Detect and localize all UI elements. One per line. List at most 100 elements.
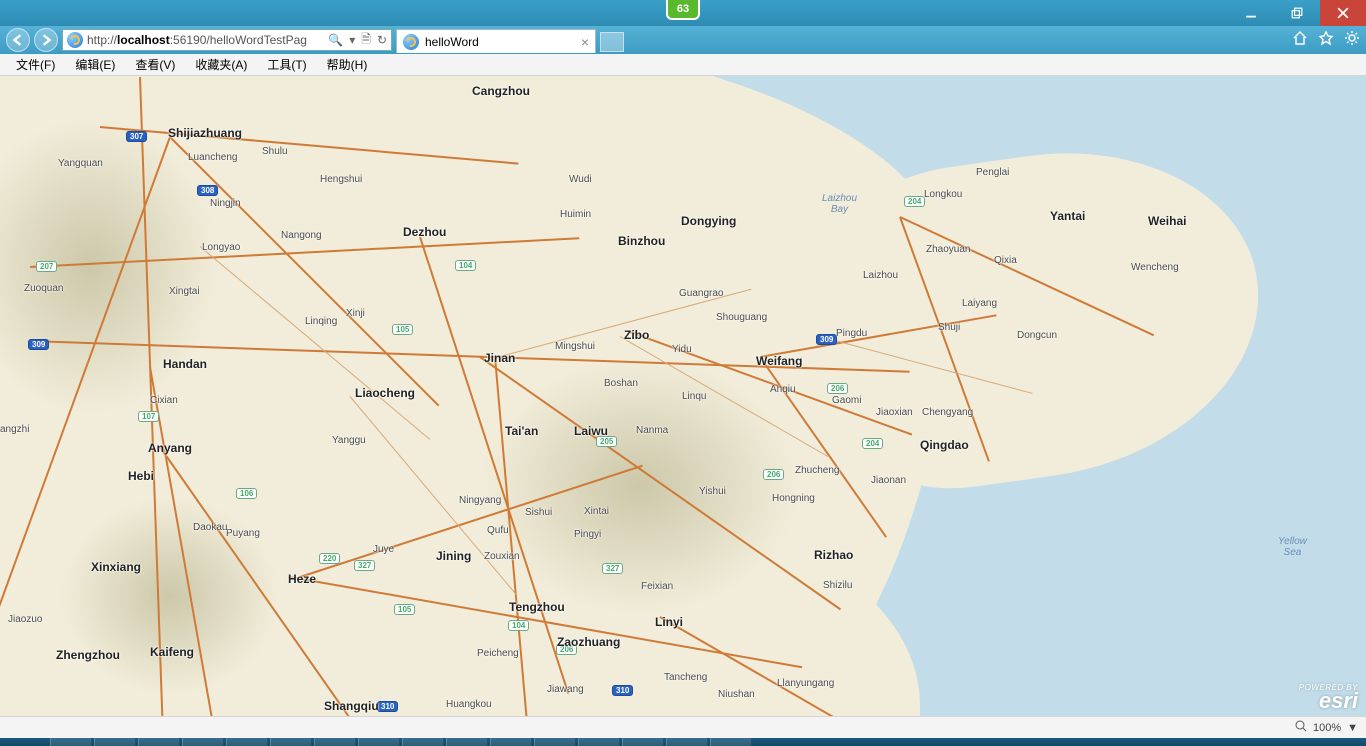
city-label: Guangrao [679,288,723,299]
city-label: Luancheng [188,152,238,163]
city-label: Kaifeng [150,645,194,659]
route-shield: 310 [612,685,633,696]
city-label: Gaomi [832,395,861,406]
status-badge: 63 [666,0,700,20]
esri-logo: esri [1299,692,1358,710]
city-label: Laiwu [574,424,608,438]
city-label: Qixia [994,255,1017,266]
tab-title: helloWord [425,35,479,49]
new-tab-button[interactable] [600,32,624,52]
city-label: Linqu [682,391,706,402]
taskbar-item[interactable] [446,738,488,746]
city-label: Tengzhou [509,600,565,614]
address-icons: 🔍 ▾ 🗎 ↻ [328,30,387,51]
menu-edit[interactable]: 编辑(E) [65,54,125,75]
city-label: Laiyang [962,298,997,309]
city-label: Pingyi [574,529,601,540]
route-shield: 220 [319,553,340,564]
city-label: Daokau [193,522,227,533]
city-label: Shouguang [716,312,767,323]
route-shield: 308 [197,185,218,196]
city-label: Ningyang [459,495,501,506]
back-button[interactable] [6,28,30,52]
taskbar-item[interactable] [138,738,180,746]
taskbar-item[interactable] [710,738,752,746]
menu-view[interactable]: 查看(V) [125,54,185,75]
city-label: Xingtai [169,286,200,297]
city-label: Zaozhuang [557,635,620,649]
taskbar-item[interactable] [402,738,444,746]
minimize-button[interactable] [1228,0,1274,26]
status-badge-value: 63 [666,0,700,20]
city-label: Shangqiu [324,699,379,713]
map-viewport[interactable]: POWERED BY esri Laizhou BayYellow Sea307… [0,76,1366,716]
taskbar-item[interactable] [490,738,532,746]
home-icon[interactable] [1292,30,1308,51]
menu-favorites[interactable]: 收藏夹(A) [185,54,257,75]
city-label: Hebi [128,469,154,483]
city-label: Anqiu [770,384,796,395]
close-button[interactable] [1320,0,1366,26]
restore-button[interactable] [1274,0,1320,26]
menu-file[interactable]: 文件(F) [6,54,65,75]
route-shield: 307 [126,131,147,142]
city-label: Xinxiang [91,560,141,574]
address-bar[interactable]: http://localhost:56190/helloWordTestPag … [62,29,392,51]
taskbar-item[interactable] [622,738,664,746]
browser-tab[interactable]: helloWord × [396,29,596,53]
city-label: Linqing [305,316,337,327]
zoom-dropdown-icon[interactable]: ▼ [1347,722,1358,734]
city-label: Zouxian [484,551,520,562]
city-label: Tai'an [505,424,538,438]
route-shield: 206 [763,469,784,480]
taskbar-item[interactable] [314,738,356,746]
window-titlebar: 63 [0,0,1366,26]
city-label: angzhi [0,424,29,435]
refresh-icon[interactable]: ↻ [377,33,387,47]
forward-button[interactable] [34,28,58,52]
city-label: Pingdu [836,328,867,339]
city-label: Jiaonan [871,475,906,486]
route-shield: 204 [904,196,925,207]
tab-close-icon[interactable]: × [581,34,589,50]
menu-tools[interactable]: 工具(T) [257,54,316,75]
city-label: Shijiazhuang [168,126,242,140]
city-label: Cangzhou [472,84,530,98]
taskbar-item[interactable] [534,738,576,746]
route-shield: 104 [455,260,476,271]
taskbar-item[interactable] [270,738,312,746]
taskbar-item[interactable] [226,738,268,746]
zoom-level: 100% [1313,722,1341,734]
city-label: Zhengzhou [56,648,120,662]
menu-help[interactable]: 帮助(H) [317,54,378,75]
city-label: Dongcun [1017,330,1057,341]
search-icon[interactable]: 🔍 [328,33,343,47]
taskbar-item[interactable] [94,738,136,746]
zoom-icon[interactable] [1295,720,1307,735]
taskbar-item[interactable] [358,738,400,746]
city-label: Xinji [346,308,365,319]
taskbar-item[interactable] [50,738,92,746]
taskbar-item[interactable] [578,738,620,746]
url-field[interactable]: http://localhost:56190/helloWordTestPag [87,33,324,47]
favorites-icon[interactable] [1318,30,1334,51]
tools-icon[interactable] [1344,30,1360,51]
taskbar[interactable] [0,738,1366,746]
taskbar-item[interactable] [182,738,224,746]
map-terrain [480,356,800,616]
city-label: Hengshui [320,174,362,185]
compat-icon[interactable]: 🗎 [361,30,371,51]
city-label: Laizhou [863,270,898,281]
route-shield: 327 [354,560,375,571]
city-label: Zhucheng [795,465,839,476]
route-shield: 206 [827,383,848,394]
taskbar-item[interactable] [666,738,708,746]
city-label: Boshan [604,378,638,389]
route-shield: 309 [816,334,837,345]
city-label: Weihai [1148,214,1186,228]
status-bar: 100% ▼ [0,716,1366,738]
route-shield: 104 [508,620,529,631]
city-label: Yishui [699,486,726,497]
city-label: Juye [373,544,394,555]
city-label: Penglai [976,167,1009,178]
